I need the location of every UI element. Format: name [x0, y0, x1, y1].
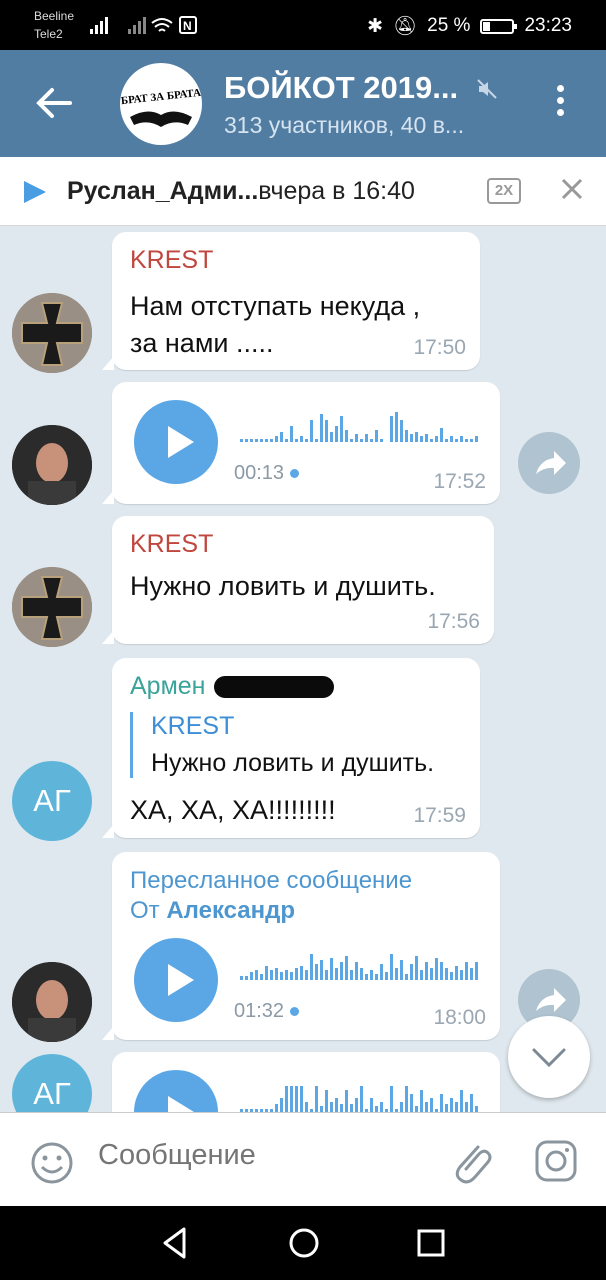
group-avatar[interactable]: БРАТ ЗА БРАТА [120, 63, 202, 145]
user-photo [12, 962, 92, 1042]
carrier-1: Beeline [34, 9, 75, 23]
system-nav-bar [0, 1206, 606, 1280]
forward-header[interactable]: Пересланное сообщение От Александр [130, 866, 412, 926]
reply-quote[interactable]: KREST Нужно ловить и душить. [130, 712, 434, 778]
message-text: ХА, ХА, ХА!!!!!!!!! [130, 795, 336, 825]
camera-icon[interactable] [534, 1139, 578, 1183]
avatar-user-photo[interactable] [12, 425, 92, 505]
avatar-initials[interactable]: АГ [12, 761, 92, 841]
avatar-initials[interactable]: АГ [12, 1054, 92, 1112]
battery-percent: 25 % [427, 15, 471, 36]
signal-icons: N [90, 16, 197, 34]
unplayed-dot [290, 1007, 300, 1017]
handshake-icon [130, 111, 192, 127]
message-time: 17:50 [413, 336, 466, 359]
voice-waveform[interactable] [240, 1080, 480, 1112]
message-sender[interactable]: KREST [130, 246, 213, 275]
message-sender[interactable]: KREST [130, 530, 213, 559]
bubble-tail [102, 490, 114, 504]
forwarded-voice-bubble[interactable]: Пересланное сообщение От Александр 01:32… [102, 852, 500, 1040]
message-time: 17:52 [433, 470, 486, 493]
voice-play-button[interactable] [134, 938, 218, 1022]
chat-subtitle: 313 участников, 40 в... [224, 112, 465, 138]
scroll-to-bottom-button[interactable] [508, 1016, 590, 1098]
message-sender[interactable]: Армен [130, 672, 205, 701]
bubble-tail [102, 1026, 114, 1040]
avatar-krest[interactable] [12, 567, 92, 647]
nav-recents-icon[interactable] [416, 1226, 446, 1260]
chevron-down-icon [532, 1048, 566, 1068]
chat-header: БРАТ ЗА БРАТА БОЙКОТ 2019... 313 участни… [0, 50, 606, 157]
reply-text: Нужно ловить и душить. [151, 749, 435, 777]
message-time: 17:59 [413, 804, 466, 827]
bubble-tail [102, 630, 114, 644]
forward-from[interactable]: От Александр [130, 896, 412, 926]
message-bubble[interactable]: KREST Нам отступать некуда , за нами ...… [102, 232, 480, 370]
message-list[interactable]: KREST Нам отступать некуда , за нами ...… [0, 226, 606, 1112]
status-bar: Beeline Tele2 N ✱ 🔕︎ 25 % 23:23 [0, 0, 606, 50]
nav-back-icon[interactable] [160, 1226, 190, 1260]
muted-speaker-icon [477, 79, 497, 99]
message-time: 17:56 [427, 610, 480, 633]
message-bubble[interactable]: KREST Нужно ловить и душить. 17:56 [102, 516, 494, 644]
clock: 23:23 [524, 15, 572, 36]
avatar-krest[interactable] [12, 293, 92, 373]
iron-cross-icon [12, 293, 92, 373]
battery-icon [480, 18, 518, 34]
player-when: вчера в 16:40 [258, 177, 415, 205]
voice-message-bubble[interactable]: 00:13 17:52 [102, 382, 500, 504]
paperclip-icon[interactable] [448, 1137, 492, 1185]
svg-text:N: N [183, 19, 192, 33]
close-icon[interactable] [560, 177, 584, 201]
voice-waveform[interactable] [240, 410, 480, 442]
audio-player-bar[interactable]: Руслан_Адми...вчера в 16:40 2X [0, 157, 606, 226]
redaction-mark [214, 676, 334, 698]
iron-cross-icon [12, 567, 92, 647]
bubble-tail [102, 824, 114, 838]
reply-sender: KREST [151, 712, 235, 740]
share-arrow-icon [536, 451, 566, 475]
mute-bell-icon: 🔕︎ [393, 16, 418, 37]
more-menu-icon[interactable] [548, 85, 572, 125]
carrier-2: Tele2 [34, 27, 63, 41]
voice-duration: 01:32 [234, 1000, 300, 1023]
bubble-tail [102, 356, 114, 370]
voice-waveform[interactable] [240, 948, 480, 980]
message-text: Нужно ловить и душить. [130, 571, 436, 601]
player-play-icon[interactable] [22, 179, 48, 205]
unplayed-dot [290, 469, 300, 479]
voice-play-button[interactable] [134, 1070, 218, 1112]
chat-title[interactable]: БОЙКОТ 2019... [224, 70, 458, 106]
share-button[interactable] [518, 432, 580, 494]
player-author: Руслан_Адми... [67, 177, 259, 205]
voice-duration: 00:13 [234, 462, 300, 485]
avatar-user-photo[interactable] [12, 962, 92, 1042]
message-input[interactable] [98, 1139, 428, 1172]
nav-home-icon[interactable] [287, 1226, 321, 1260]
bluetooth-icon: ✱ [367, 15, 384, 37]
forward-label: Пересланное сообщение [130, 867, 413, 894]
back-arrow-icon[interactable] [30, 80, 76, 126]
message-text-line2: за нами ..... [130, 328, 274, 358]
message-bubble[interactable]: Армен KREST Нужно ловить и душить. ХА, Х… [102, 658, 480, 838]
player-track-text: Руслан_Адми...вчера в 16:40 [67, 177, 415, 206]
message-text-line1: Нам отступать некуда , [130, 291, 421, 321]
playback-speed-button[interactable]: 2X [487, 178, 521, 204]
emoji-icon[interactable] [30, 1141, 74, 1185]
voice-play-button[interactable] [134, 400, 218, 484]
user-photo [12, 425, 92, 505]
status-right: ✱ 🔕︎ 25 % 23:23 [367, 14, 572, 38]
voice-message-bubble[interactable] [112, 1052, 500, 1112]
message-time: 18:00 [433, 1006, 486, 1029]
message-input-bar [0, 1112, 606, 1207]
